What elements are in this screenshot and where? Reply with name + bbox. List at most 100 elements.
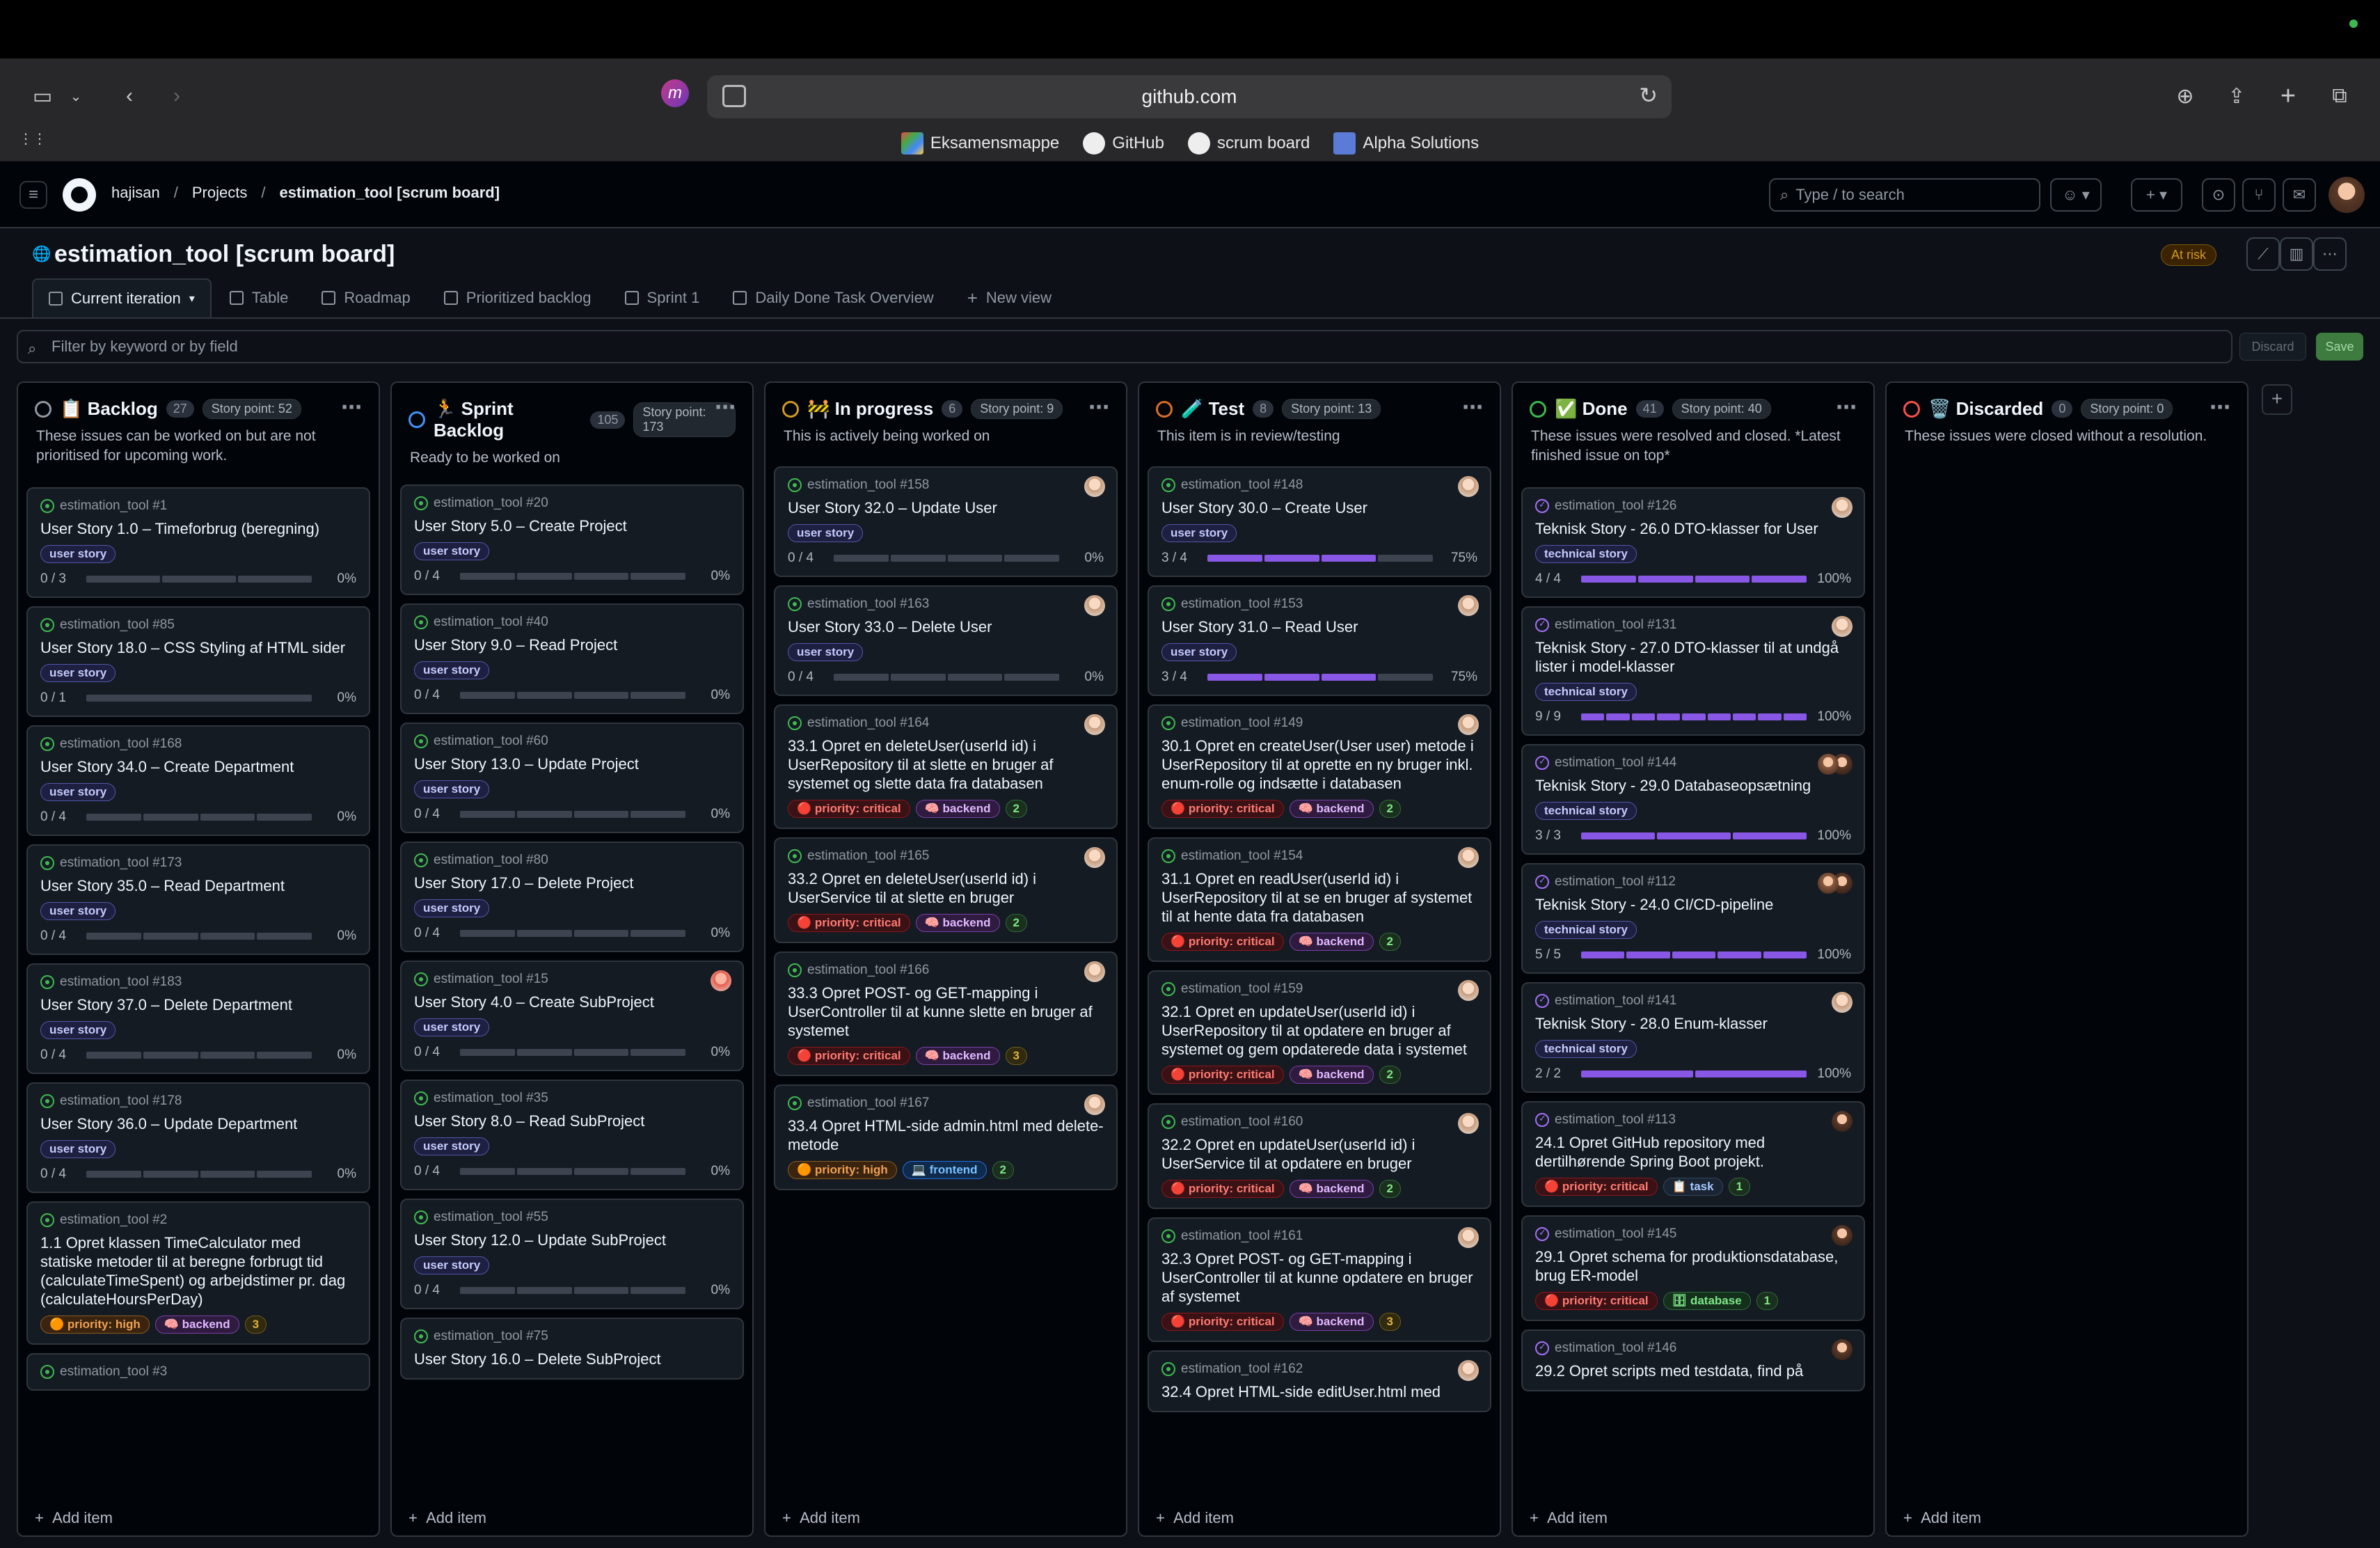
assignee-avatar[interactable] xyxy=(1832,1111,1853,1132)
tab-current-iteration[interactable]: Current iteration ▾ xyxy=(32,278,212,317)
issue-ref[interactable]: estimation_tool #167 xyxy=(807,1096,929,1111)
issue-ref[interactable]: estimation_tool #164 xyxy=(807,716,929,731)
issue-label[interactable]: technical story xyxy=(1535,1040,1637,1058)
issue-label[interactable]: user story xyxy=(40,1021,116,1039)
issue-label[interactable]: user story xyxy=(40,902,116,920)
bookmark-scrum-board[interactable]: scrum board xyxy=(1187,129,1310,157)
assignee-avatar[interactable] xyxy=(1458,847,1479,868)
discard-button[interactable]: Discard xyxy=(2239,333,2306,361)
issue-title[interactable]: 29.1 Opret schema for produktionsdatabas… xyxy=(1535,1247,1851,1285)
breadcrumb-project[interactable]: estimation_tool [scrum board] xyxy=(279,184,500,202)
issue-label[interactable]: 2 xyxy=(1005,914,1027,932)
tab-prioritized-backlog[interactable]: Prioritized backlog xyxy=(429,278,607,317)
issue-card[interactable]: estimation_tool #183 User Story 37.0 – De… xyxy=(26,963,370,1074)
issue-title[interactable]: 32.3 Opret POST- og GET-mapping i UserCo… xyxy=(1161,1249,1477,1306)
new-tab-icon[interactable]: + xyxy=(2271,79,2305,113)
search-input[interactable]: ⌕ Type / to search xyxy=(1769,178,2040,212)
insights-icon[interactable]: ⟋ xyxy=(2246,237,2280,271)
tab-sprint-1[interactable]: Sprint 1 xyxy=(610,278,715,317)
issue-label[interactable]: 🔴 priority: critical xyxy=(788,1047,910,1065)
issue-card[interactable]: estimation_tool #60 User Story 13.0 – Upd… xyxy=(400,722,744,833)
issue-title[interactable]: User Story 16.0 – Delete SubProject xyxy=(414,1350,730,1368)
issue-card[interactable]: estimation_tool #75 User Story 16.0 – Del… xyxy=(400,1318,744,1380)
issue-title[interactable]: User Story 34.0 – Create Department xyxy=(40,757,356,776)
bookmark-github[interactable]: GitHub xyxy=(1083,129,1164,157)
issue-ref[interactable]: estimation_tool #15 xyxy=(434,972,548,987)
issue-title[interactable]: User Story 33.0 – Delete User xyxy=(788,617,1104,636)
issue-card[interactable]: estimation_tool #3 xyxy=(26,1353,370,1391)
chevron-down-icon[interactable]: ▾ xyxy=(189,292,195,306)
issue-title[interactable]: User Story 31.0 – Read User xyxy=(1161,617,1477,636)
issue-card[interactable]: estimation_tool #164 33.1 Opret en delete… xyxy=(774,704,1118,829)
tab-favicon-icon[interactable]: m xyxy=(661,79,689,107)
add-item-button[interactable]: + Add item xyxy=(408,1509,486,1527)
issue-card[interactable]: estimation_tool #161 32.3 Opret POST- og … xyxy=(1148,1217,1491,1342)
issue-label[interactable]: user story xyxy=(1161,643,1237,661)
assignee-avatar[interactable] xyxy=(1458,1360,1479,1381)
issue-label[interactable]: 🟠 priority: high xyxy=(788,1161,897,1179)
issue-label[interactable]: 🔴 priority: critical xyxy=(1535,1178,1658,1196)
issue-card[interactable]: estimation_tool #166 33.3 Opret POST- og … xyxy=(774,951,1118,1076)
issue-card[interactable]: estimation_tool #131 Teknisk Story - 27.0… xyxy=(1521,606,1865,736)
site-settings-icon[interactable] xyxy=(722,85,746,107)
issue-title[interactable]: Teknisk Story - 26.0 DTO-klasser for Use… xyxy=(1535,519,1851,538)
issue-label[interactable]: 🧠 backend xyxy=(915,1047,1000,1065)
issue-ref[interactable]: estimation_tool #149 xyxy=(1181,716,1303,731)
issue-ref[interactable]: estimation_tool #141 xyxy=(1555,993,1676,1009)
column-menu-icon[interactable]: ⋯ xyxy=(1836,395,1857,420)
issue-label[interactable]: 2 xyxy=(1379,1066,1401,1084)
issue-label[interactable]: technical story xyxy=(1535,921,1637,939)
issue-label[interactable]: 🟠 priority: high xyxy=(40,1316,150,1334)
issue-label[interactable]: 🧠 backend xyxy=(154,1316,239,1334)
issue-label[interactable]: user story xyxy=(414,1137,490,1155)
issue-card[interactable]: estimation_tool #40 User Story 9.0 – Read… xyxy=(400,603,744,714)
issue-card[interactable]: estimation_tool #154 31.1 Opret en readUs… xyxy=(1148,837,1491,962)
issue-label[interactable]: 🔴 priority: critical xyxy=(788,800,910,818)
issue-label[interactable]: 💻 frontend xyxy=(902,1161,987,1179)
column-menu-icon[interactable]: ⋯ xyxy=(1462,395,1483,420)
issue-ref[interactable]: estimation_tool #145 xyxy=(1555,1226,1676,1242)
pull-requests-icon[interactable]: ⑂ xyxy=(2242,178,2276,212)
issue-card[interactable]: estimation_tool #160 32.2 Opret en update… xyxy=(1148,1103,1491,1209)
column-menu-icon[interactable]: ⋯ xyxy=(2210,395,2230,420)
issue-card[interactable]: estimation_tool #149 30.1 Opret en create… xyxy=(1148,704,1491,829)
issue-ref[interactable]: estimation_tool #112 xyxy=(1555,874,1676,890)
issue-ref[interactable]: estimation_tool #144 xyxy=(1555,755,1676,771)
bookmark-eksamensmappe[interactable]: Eksamensmappe xyxy=(901,129,1059,157)
issue-card[interactable]: estimation_tool #141 Teknisk Story - 28.0… xyxy=(1521,982,1865,1093)
issue-label[interactable]: user story xyxy=(414,899,490,917)
issue-ref[interactable]: estimation_tool #183 xyxy=(60,974,182,990)
issue-label[interactable]: 1 xyxy=(1756,1292,1779,1310)
issue-title[interactable]: User Story 4.0 – Create SubProject xyxy=(414,993,730,1011)
assignee-avatar[interactable] xyxy=(1084,714,1105,735)
issue-title[interactable]: 33.1 Opret en deleteUser(userId id) i Us… xyxy=(788,736,1104,793)
issue-card[interactable]: estimation_tool #126 Teknisk Story - 26.0… xyxy=(1521,487,1865,598)
assignee-avatar[interactable] xyxy=(1084,961,1105,982)
sidebar-toggle-icon[interactable]: ▭ xyxy=(26,79,58,113)
assignee-avatar[interactable] xyxy=(1084,847,1105,868)
issue-title[interactable]: User Story 17.0 – Delete Project xyxy=(414,874,730,892)
issue-card[interactable]: estimation_tool #35 User Story 8.0 – Read… xyxy=(400,1080,744,1190)
issue-ref[interactable]: estimation_tool #162 xyxy=(1181,1361,1303,1377)
issue-title[interactable]: 32.1 Opret en updateUser(userId id) i Us… xyxy=(1161,1002,1477,1059)
issue-card[interactable]: estimation_tool #168 User Story 34.0 – Cr… xyxy=(26,725,370,836)
issue-title[interactable]: 29.2 Opret scripts med testdata, find på xyxy=(1535,1361,1851,1380)
issue-ref[interactable]: estimation_tool #75 xyxy=(434,1329,548,1344)
issue-card[interactable]: estimation_tool #165 33.2 Opret en delete… xyxy=(774,837,1118,943)
issue-title[interactable]: 33.2 Opret en deleteUser(userId id) i Us… xyxy=(788,869,1104,907)
assignee-avatar[interactable] xyxy=(1458,595,1479,616)
issue-title[interactable]: 33.4 Opret HTML-side admin.html med dele… xyxy=(788,1116,1104,1154)
assignee-avatar[interactable] xyxy=(1458,714,1479,735)
issue-title[interactable]: 1.1 Opret klassen TimeCalculator med sta… xyxy=(40,1233,356,1309)
issue-label[interactable]: 🔴 priority: critical xyxy=(1161,1066,1284,1084)
issue-title[interactable]: User Story 13.0 – Update Project xyxy=(414,755,730,773)
issue-title[interactable]: 33.3 Opret POST- og GET-mapping i UserCo… xyxy=(788,984,1104,1040)
issue-card[interactable]: estimation_tool #20 User Story 5.0 – Crea… xyxy=(400,484,744,595)
issue-label[interactable]: user story xyxy=(40,783,116,801)
assignee-avatar[interactable] xyxy=(1818,754,1839,775)
issue-title[interactable]: User Story 18.0 – CSS Styling af HTML si… xyxy=(40,638,356,657)
issue-card[interactable]: estimation_tool #163 User Story 33.0 – De… xyxy=(774,585,1118,696)
issue-ref[interactable]: estimation_tool #40 xyxy=(434,615,548,630)
issue-card[interactable]: estimation_tool #146 29.2 Opret scripts m… xyxy=(1521,1329,1865,1391)
issue-title[interactable]: Teknisk Story - 29.0 Databaseopsætning xyxy=(1535,776,1851,795)
